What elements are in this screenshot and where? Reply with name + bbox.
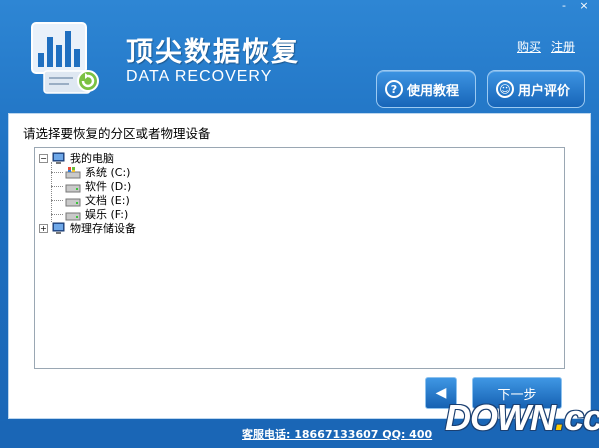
expand-toggle[interactable]: +: [39, 223, 48, 233]
watermark-main: DOWN: [445, 397, 556, 438]
buy-link[interactable]: 购买: [517, 38, 541, 55]
tree-node-label: 物理存储设备: [70, 222, 136, 235]
close-button[interactable]: ×: [575, 0, 593, 13]
main-panel: 请选择要恢复的分区或者物理设备 − 我的电脑 系统 (C:) 软件 (D:) 文…: [8, 113, 591, 419]
user-review-button-label: 用户评价: [518, 83, 571, 99]
app-window: - × 顶尖数据恢复 DATA RECOVERY 购买 注册 ? 使用教程 ☺ …: [0, 0, 599, 448]
tree-node-partition-c[interactable]: 系统 (C:): [65, 165, 130, 179]
user-review-button[interactable]: ☺ 用户评价: [487, 70, 585, 108]
app-subtitle: DATA RECOVERY: [126, 68, 273, 85]
tree-connector: [51, 200, 63, 201]
tree-node-partition-d[interactable]: 软件 (D:): [65, 179, 131, 193]
computer-icon: [52, 152, 65, 164]
register-link[interactable]: 注册: [551, 38, 575, 55]
drive-icon: [65, 198, 81, 206]
app-logo-icon: [31, 22, 99, 94]
tree-node-partition-f[interactable]: 娱乐 (F:): [65, 207, 128, 221]
help-icon: ?: [385, 80, 403, 98]
site-watermark: DOWN.cc: [445, 397, 599, 445]
tutorial-button-label: 使用教程: [407, 83, 460, 99]
drive-icon: [65, 184, 81, 192]
smiley-icon: ☺: [496, 80, 514, 98]
device-tree[interactable]: − 我的电脑 系统 (C:) 软件 (D:) 文档 (E:) 娱乐 (F:) +…: [34, 147, 565, 369]
watermark-dot: .: [554, 397, 565, 438]
partition-prompt: 请选择要恢复的分区或者物理设备: [23, 126, 211, 141]
drive-icon: [65, 212, 81, 220]
collapse-toggle[interactable]: −: [39, 153, 48, 163]
drive-icon: [65, 166, 81, 178]
top-links: 购买 注册: [517, 38, 575, 55]
window-controls: - ×: [555, 0, 593, 13]
tree-node-partition-e[interactable]: 文档 (E:): [65, 193, 130, 207]
support-contact[interactable]: 客服电话: 18667133607 QQ: 400: [242, 426, 432, 442]
app-title: 顶尖数据恢复: [126, 37, 300, 68]
computer-icon: [52, 222, 65, 234]
tree-connector: [51, 162, 52, 222]
watermark-tld: cc: [564, 397, 599, 438]
tree-connector: [51, 186, 63, 187]
tree-node-my-computer[interactable]: − 我的电脑: [39, 151, 114, 165]
tree-node-physical-storage[interactable]: + 物理存储设备: [39, 221, 136, 235]
tutorial-button[interactable]: ? 使用教程: [376, 70, 476, 108]
tree-connector: [51, 172, 63, 173]
minimize-button[interactable]: -: [555, 0, 573, 13]
tree-connector: [51, 214, 63, 215]
